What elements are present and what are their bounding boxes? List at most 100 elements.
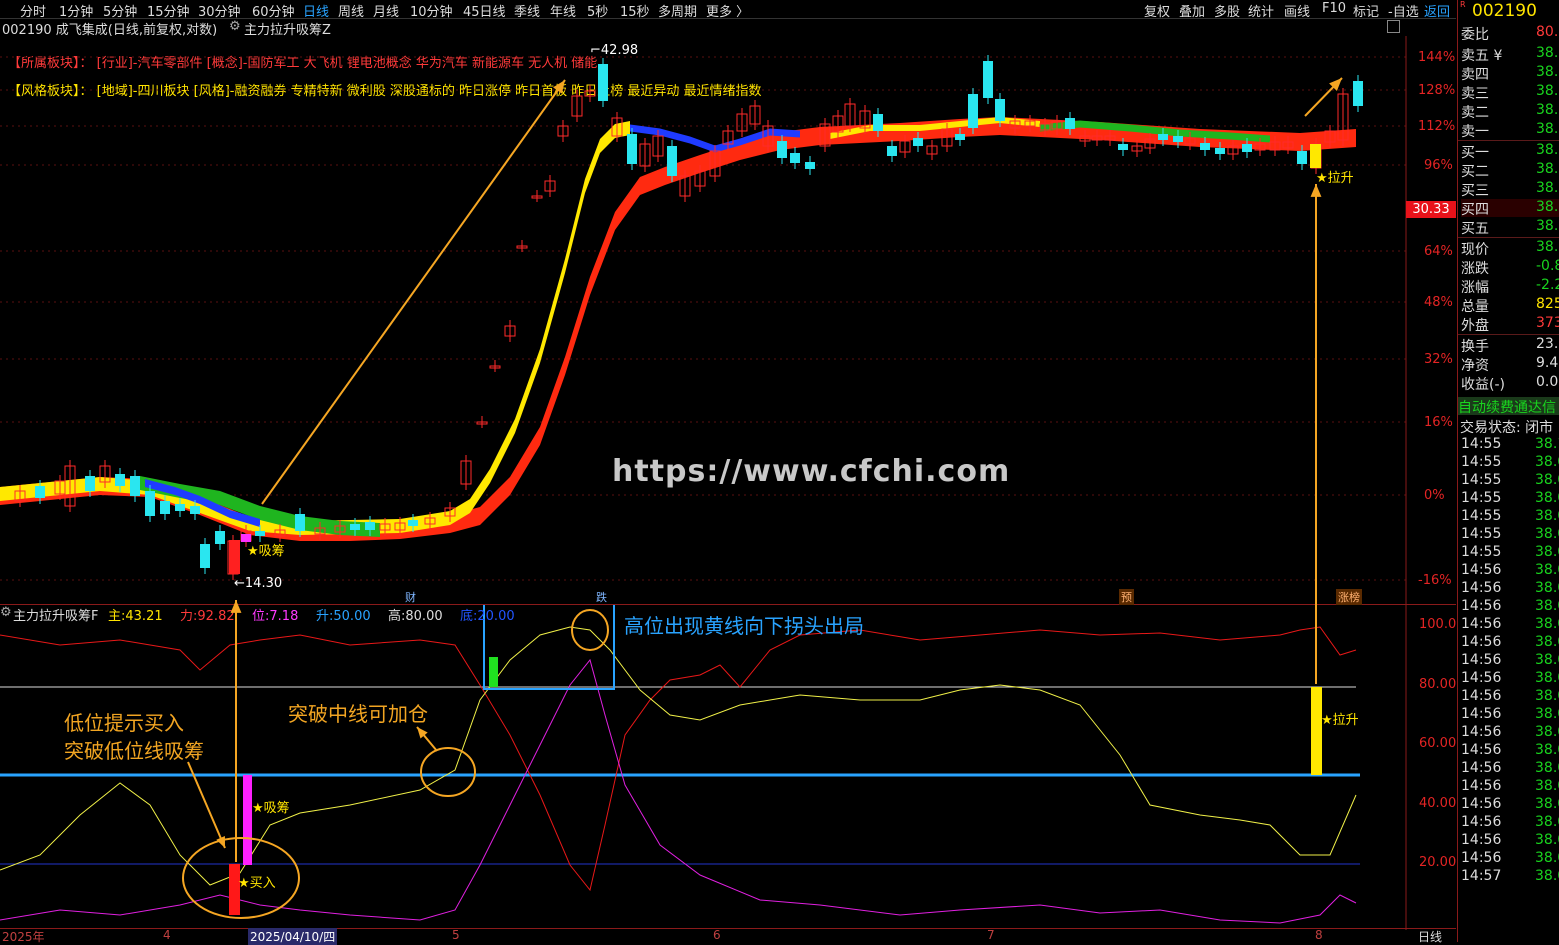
tick-price: 38.0 [1535,868,1559,884]
candle-down [175,504,185,511]
quote-row: 委比 80.87 [1461,24,1559,43]
candle-down [1242,144,1252,152]
trend-arrow-head [553,80,565,94]
tick-time: 14:56 [1461,778,1502,794]
tick-time: 14:56 [1461,724,1502,740]
candle-down [408,520,418,526]
quote-label: 总量 [1461,299,1489,315]
tool-tab-8[interactable]: 返回 [1424,1,1450,20]
tick-row: 14:56 38.0 [1461,598,1559,616]
annotation-low-buy: 低位提示买入 [64,711,184,735]
tick-price: 38.0 [1535,724,1559,740]
quote-label: 卖一 [1461,124,1489,140]
signal-candle-buy [229,540,240,574]
quote-label: 涨跌 [1461,261,1489,277]
quote-value: 38.0 [1536,142,1559,158]
tick-time: 14:56 [1461,652,1502,668]
indicator-chart[interactable] [0,605,1456,930]
main-price-chart[interactable] [0,36,1456,604]
indicator-axis-label: 40.00 [1419,796,1457,811]
tick-price: 38.0 [1535,580,1559,596]
tick-row: 14:55 38.0 [1461,472,1559,490]
quote-row: 买四 38.0 [1461,199,1559,218]
quote-row: 总量 82507 [1461,296,1559,315]
auto-renew-banner[interactable]: 自动续费通达信 [1458,397,1559,415]
candle-down [873,114,883,131]
tick-price: 38.0 [1535,454,1559,470]
candle-down [995,99,1005,121]
quote-value: 37379 [1536,315,1559,331]
candle-down [983,61,993,98]
quote-row: 涨幅 -2.24 [1461,277,1559,296]
quote-label: 卖二 [1461,105,1489,121]
event-marker-finance[interactable]: 财 [405,589,416,605]
price-axis-label: 32% [1424,352,1453,367]
indicator-axis-label: 60.00 [1419,736,1457,751]
candle-down [115,474,125,486]
price-axis-label: 48% [1424,295,1453,310]
quote-label: 净资 [1461,358,1489,374]
tick-price: 38.0 [1535,634,1559,650]
price-axis-label: 112% [1418,119,1456,134]
high-price-label: ⌐42.98 [590,43,639,58]
chart-settings-icon[interactable] [1387,20,1400,33]
event-marker-drop[interactable]: 跌 [596,589,607,605]
signal-candle-pullup [1310,144,1321,168]
divider [1458,140,1559,141]
tick-row: 14:56 38.0 [1461,850,1559,868]
date-label: 7 [987,928,995,942]
candle-down [1200,143,1210,150]
quote-value: 82507 [1536,296,1559,312]
gear-icon[interactable]: ⚙ [0,605,12,620]
tick-time: 14:56 [1461,562,1502,578]
period-toolbar: 分时 1分钟 5分钟 15分钟 30分钟 60分钟 日线 周线 月线 10分钟 45日线 季线 年线 5秒… [0,0,1456,20]
tick-time: 14:55 [1461,454,1502,470]
tick-time: 14:55 [1461,436,1502,452]
candle-down [598,64,608,101]
quote-value: 38.0 [1536,121,1559,137]
candle-down [805,162,815,169]
candle-down [190,506,200,514]
gear-icon[interactable]: ⚙ [229,19,241,34]
candle-down [215,531,225,544]
quote-value: 38.0 [1536,64,1559,80]
tick-time: 14:56 [1461,616,1502,632]
tick-price: 38.0 [1535,742,1559,758]
ma-ribbon-yellow [0,121,630,535]
candle-down [627,134,637,164]
divider [1458,237,1559,238]
candle-down [1118,144,1128,150]
candle-down [200,544,210,568]
tool-tab-5[interactable]: F10 [1322,1,1346,16]
tick-price: 38.0 [1535,832,1559,848]
line-position [0,658,1357,924]
tick-price: 38.0 [1535,490,1559,506]
tick-price: 38.1 [1535,436,1559,452]
tick-price: 38.0 [1535,814,1559,830]
bar-pullup [1311,687,1322,775]
quote-row: 卖五 ¥ 38.0 [1461,45,1559,64]
quote-row: 外盘 37379 [1461,315,1559,334]
readout-5: 底:20.00 [460,609,515,624]
buy-signal: ★买入 [238,876,276,891]
tick-time: 14:56 [1461,832,1502,848]
tick-price: 38.0 [1535,796,1559,812]
quote-label: 卖五 ¥ [1461,48,1503,64]
date-label: 6 [713,928,721,942]
event-marker-forecast[interactable]: 预 [1119,589,1134,605]
bar-chips [243,775,252,865]
tick-time: 14:55 [1461,490,1502,506]
candle-down [955,134,965,140]
tick-row: 14:57 38.0 [1461,868,1559,886]
tick-row: 14:56 38.0 [1461,724,1559,742]
quote-value: 38.0 [1536,239,1559,255]
quote-value: 38.0 [1536,45,1559,61]
tick-row: 14:56 38.0 [1461,652,1559,670]
candle-down [1065,118,1075,129]
tick-time: 14:56 [1461,796,1502,812]
candle-down [913,138,923,146]
event-marker-limit-up[interactable]: 涨榜 [1336,589,1362,605]
tick-row: 14:56 38.0 [1461,742,1559,760]
quote-row: 买二 38.0 [1461,161,1559,180]
tick-price: 38.0 [1535,760,1559,776]
